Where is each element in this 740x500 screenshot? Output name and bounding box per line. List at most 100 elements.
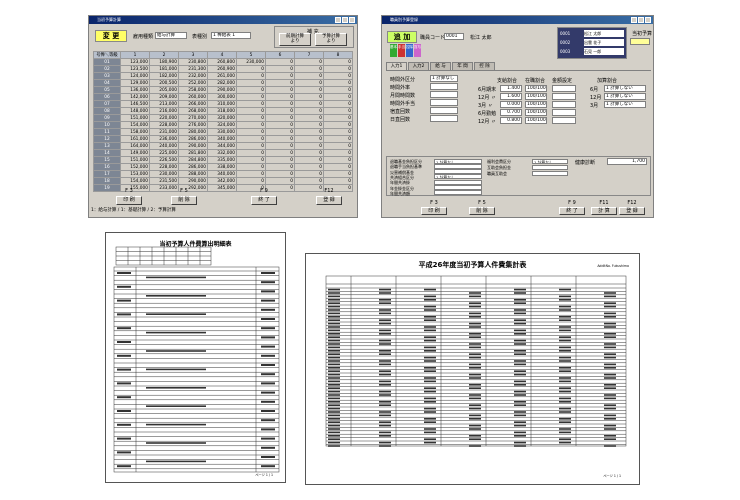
- salary-cell[interactable]: 332,000: [207, 149, 237, 157]
- bottom-select[interactable]: [434, 190, 482, 196]
- tab[interactable]: 控 除: [474, 62, 495, 70]
- salary-cell[interactable]: 0: [294, 149, 324, 157]
- budget-calc-button[interactable]: 予算計算 より: [315, 33, 347, 46]
- salary-cell[interactable]: 240,000: [149, 142, 179, 150]
- bottom-select[interactable]: [434, 169, 482, 175]
- salary-cell[interactable]: 0: [323, 121, 353, 129]
- salary-cell[interactable]: 209,000: [149, 93, 179, 101]
- salary-cell[interactable]: 0: [265, 135, 295, 143]
- salary-cell[interactable]: 0: [265, 107, 295, 115]
- salary-cell[interactable]: 230,000: [149, 170, 179, 178]
- salary-cell[interactable]: 268,000: [178, 107, 208, 115]
- salary-cell[interactable]: 129,000: [120, 79, 150, 87]
- bottom-mid-select[interactable]: 1 計算なし: [532, 158, 568, 164]
- salary-cell[interactable]: 270,000: [178, 114, 208, 122]
- salary-cell[interactable]: 300,000: [207, 93, 237, 101]
- field-input[interactable]: [430, 107, 458, 114]
- salary-cell[interactable]: 0: [265, 163, 295, 171]
- budget-select[interactable]: 給与計算: [155, 32, 187, 39]
- salary-cell[interactable]: 123,500: [120, 65, 150, 73]
- salary-cell[interactable]: 180,900: [149, 58, 179, 66]
- salary-cell[interactable]: 0: [236, 100, 266, 108]
- salary-cell[interactable]: 154,000: [120, 177, 150, 185]
- salary-cell[interactable]: 0: [294, 170, 324, 178]
- salary-cell[interactable]: 0: [265, 100, 295, 108]
- salary-cell[interactable]: 158,000: [120, 128, 150, 136]
- salary-cell[interactable]: 290,000: [178, 142, 208, 150]
- salary-cell[interactable]: 0: [323, 58, 353, 66]
- salary-cell[interactable]: 230,800: [178, 58, 208, 66]
- salary-cell[interactable]: 181,000: [149, 65, 179, 73]
- category-radio[interactable]: 基本: [390, 44, 397, 57]
- salary-cell[interactable]: 0: [323, 107, 353, 115]
- salary-cell[interactable]: 231,300: [178, 65, 208, 73]
- salary-cell[interactable]: 152,000: [120, 163, 150, 171]
- salary-cell[interactable]: 0: [323, 149, 353, 157]
- salary-cell[interactable]: 0: [323, 100, 353, 108]
- salary-cell[interactable]: 288,000: [178, 170, 208, 178]
- salary-cell[interactable]: 258,000: [178, 86, 208, 94]
- salary-cell[interactable]: 0: [236, 107, 266, 115]
- salary-cell[interactable]: 0: [294, 163, 324, 171]
- salary-cell[interactable]: 0: [265, 128, 295, 136]
- salary-cell[interactable]: 142,000: [120, 93, 150, 101]
- salary-cell[interactable]: 123,000: [120, 58, 150, 66]
- salary-cell[interactable]: 280,000: [178, 128, 208, 136]
- salary-cell[interactable]: 290,000: [207, 86, 237, 94]
- salary-cell[interactable]: 0: [236, 163, 266, 171]
- tenure-rate-field[interactable]: 100/100: [525, 101, 547, 108]
- salary-cell[interactable]: 0: [265, 121, 295, 129]
- salary-cell[interactable]: 0: [236, 135, 266, 143]
- fkey-button[interactable]: 削 除: [171, 196, 197, 205]
- add-select[interactable]: 1 計算しない: [604, 85, 646, 92]
- salary-cell[interactable]: 286,000: [178, 163, 208, 171]
- tenure-rate-field[interactable]: 100/100: [525, 93, 547, 100]
- salary-cell[interactable]: 0: [294, 135, 324, 143]
- bottom-mid-select[interactable]: [532, 164, 568, 170]
- bottom-mid-select[interactable]: [532, 170, 568, 176]
- salary-cell[interactable]: 261,000: [207, 72, 237, 80]
- tab[interactable]: 年 間: [452, 62, 473, 70]
- salary-cell[interactable]: 0: [294, 114, 324, 122]
- salary-cell[interactable]: 344,000: [207, 142, 237, 150]
- salary-cell[interactable]: 216,000: [149, 107, 179, 115]
- salary-cell[interactable]: 0: [323, 142, 353, 150]
- salary-cell[interactable]: 260,000: [178, 93, 208, 101]
- salary-cell[interactable]: 149,000: [120, 149, 150, 157]
- salary-cell[interactable]: 0: [265, 58, 295, 66]
- amount-field[interactable]: [552, 117, 576, 124]
- salary-cell[interactable]: 0: [265, 177, 295, 185]
- pay-rate-field[interactable]: 0.000: [500, 101, 522, 108]
- close-button[interactable]: [645, 17, 651, 23]
- salary-cell[interactable]: 0: [323, 79, 353, 87]
- salary-cell[interactable]: 151,000: [120, 156, 150, 164]
- salary-cell[interactable]: 148,000: [120, 107, 150, 115]
- add-select[interactable]: 1 計算しない: [604, 101, 646, 108]
- salary-cell[interactable]: 290,000: [178, 177, 208, 185]
- salary-cell[interactable]: 182,000: [149, 72, 179, 80]
- field-input[interactable]: [430, 91, 458, 98]
- salary-cell[interactable]: 0: [323, 114, 353, 122]
- bottom-select[interactable]: [434, 185, 482, 190]
- tenure-rate-field[interactable]: 100/100: [525, 109, 547, 116]
- salary-cell[interactable]: 0: [236, 177, 266, 185]
- salary-cell[interactable]: 252,000: [178, 79, 208, 87]
- salary-cell[interactable]: 0: [236, 114, 266, 122]
- maximize-button[interactable]: [638, 17, 644, 23]
- salary-cell[interactable]: 146,500: [120, 100, 150, 108]
- fkey-button[interactable]: 終 了: [251, 196, 277, 205]
- salary-cell[interactable]: 0: [323, 65, 353, 73]
- salary-cell[interactable]: 0: [323, 170, 353, 178]
- salary-cell[interactable]: 320,000: [207, 114, 237, 122]
- field-input[interactable]: [430, 83, 458, 90]
- salary-cell[interactable]: 0: [265, 79, 295, 87]
- salary-cell[interactable]: 0: [265, 72, 295, 80]
- salary-cell[interactable]: 225,000: [149, 149, 179, 157]
- tenure-rate-field[interactable]: 100/100: [525, 117, 547, 124]
- salary-cell[interactable]: 236,000: [149, 135, 179, 143]
- fkey-button[interactable]: 削 除: [469, 207, 495, 215]
- salary-cell[interactable]: 231,500: [149, 177, 179, 185]
- salary-cell[interactable]: 0: [236, 121, 266, 129]
- prev-year-button[interactable]: 前期計算 より: [279, 33, 311, 46]
- amount-field[interactable]: [552, 101, 576, 108]
